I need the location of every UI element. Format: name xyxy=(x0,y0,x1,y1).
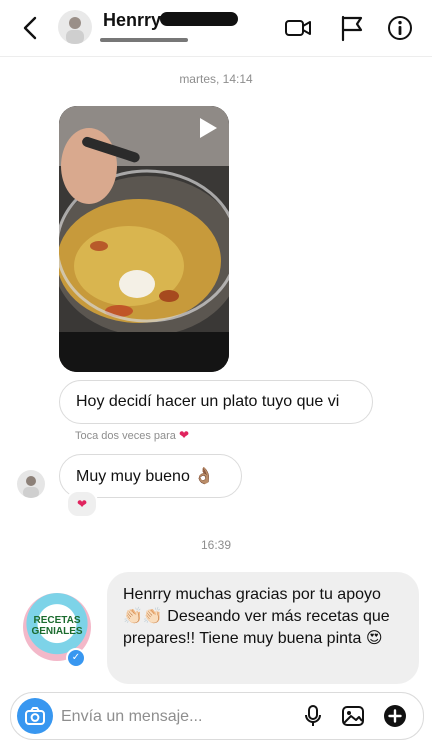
message-text: Hoy decidí hacer un plato tuyo que vi xyxy=(76,393,340,410)
message-composer xyxy=(10,692,424,741)
camera-button[interactable] xyxy=(17,698,53,734)
video-message[interactable] xyxy=(59,106,229,372)
timestamp: 16:39 xyxy=(200,538,232,552)
user-name[interactable]: Henrry xyxy=(103,10,161,31)
verified-badge-icon: ✓ xyxy=(66,648,86,668)
brand-logo: RECETAS GENIALES xyxy=(31,615,83,637)
gallery-icon[interactable] xyxy=(341,704,365,728)
reply-bubble[interactable]: Henrry muchas gracias por tu apoyo 👏🏻👏🏻 … xyxy=(107,572,419,684)
back-arrow-icon[interactable] xyxy=(18,14,42,42)
message-bubble[interactable]: Hoy decidí hacer un plato tuyo que vi xyxy=(59,380,373,424)
timestamp: martes, 14:14 xyxy=(179,72,253,86)
redaction-scribble xyxy=(160,12,238,26)
video-thumbnail xyxy=(59,106,229,372)
heart-reaction[interactable]: ❤ xyxy=(66,490,98,518)
add-icon[interactable] xyxy=(383,704,407,728)
video-call-icon[interactable] xyxy=(284,14,312,42)
reply-text: Henrry muchas gracias por tu apoyo 👏🏻👏🏻 … xyxy=(123,586,390,647)
camera-icon xyxy=(25,707,45,725)
play-icon[interactable] xyxy=(197,116,219,140)
chat-header: Henrry xyxy=(0,0,432,57)
user-avatar[interactable] xyxy=(58,10,92,44)
sender-avatar[interactable] xyxy=(17,470,45,498)
heart-icon: ❤ xyxy=(178,428,190,442)
message-text: Muy muy bueno 👌🏽 xyxy=(76,468,215,485)
info-icon[interactable] xyxy=(386,14,414,42)
microphone-icon[interactable] xyxy=(301,704,325,728)
redaction-scribble xyxy=(100,38,188,42)
heart-icon: ❤ xyxy=(76,497,88,511)
message-input[interactable] xyxy=(59,693,293,741)
hint-text: Toca dos veces para xyxy=(75,430,176,442)
like-hint: Toca dos veces para ❤ xyxy=(75,428,189,442)
flag-icon[interactable] xyxy=(338,14,366,42)
